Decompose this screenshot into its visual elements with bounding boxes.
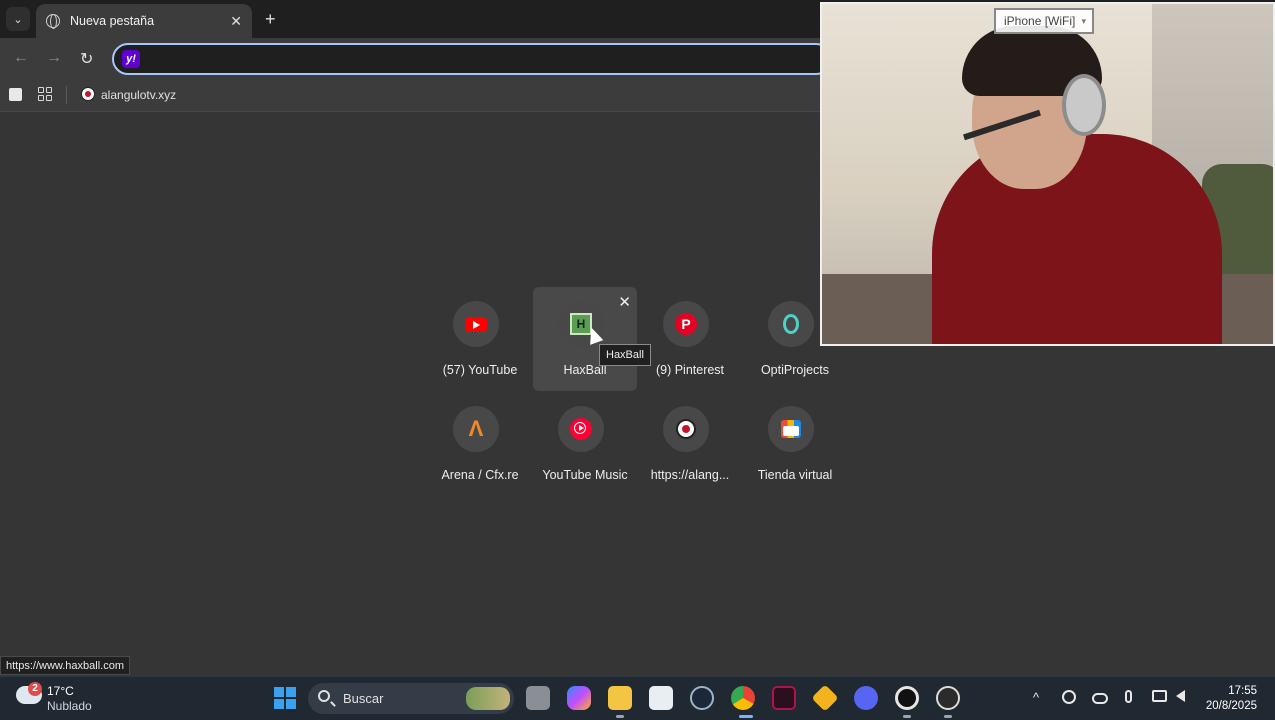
pinterest-icon: P bbox=[675, 313, 697, 335]
headphones-icon bbox=[1062, 74, 1106, 136]
search-icon bbox=[318, 690, 330, 702]
arena-icon: Λ bbox=[468, 416, 484, 441]
tab-search-button[interactable]: ⌄ bbox=[6, 7, 30, 31]
yahoo-icon: y! bbox=[122, 50, 140, 68]
microphone-icon[interactable] bbox=[1125, 690, 1132, 703]
folder-icon[interactable] bbox=[608, 686, 632, 710]
chrome-icon[interactable] bbox=[731, 686, 755, 710]
status-url: https://www.haxball.com bbox=[0, 656, 130, 675]
soccer-ball-icon bbox=[81, 87, 95, 101]
weather-temp[interactable]: 17°C bbox=[47, 684, 74, 698]
tab-nueva-pestana[interactable]: Nueva pestaña ✕ bbox=[36, 4, 252, 38]
shortcut-label: https://alang... bbox=[650, 468, 730, 482]
steam-icon[interactable] bbox=[690, 686, 714, 710]
remove-shortcut-icon[interactable]: ✕ bbox=[618, 293, 631, 311]
shortcut-tienda-virtual[interactable]: Tienda virtual bbox=[743, 392, 847, 496]
shortcut-youtube-music[interactable]: YouTube Music bbox=[533, 392, 637, 496]
search-highlight-image bbox=[466, 687, 510, 710]
network-icon[interactable] bbox=[1152, 690, 1167, 702]
shortcut-pinterest[interactable]: P (9) Pinterest bbox=[638, 287, 742, 391]
optiprojects-icon bbox=[783, 314, 799, 334]
person-hoodie bbox=[932, 134, 1222, 344]
shortcut-arena[interactable]: Λ Arena / Cfx.re bbox=[428, 392, 532, 496]
obs-icon[interactable] bbox=[936, 686, 960, 710]
windows-start-icon[interactable] bbox=[274, 687, 296, 709]
app-icon[interactable] bbox=[811, 684, 839, 712]
shortcut-label: YouTube Music bbox=[542, 468, 628, 482]
shortcut-alangulo[interactable]: https://alang... bbox=[638, 392, 742, 496]
bookmark-alangulotv[interactable]: alangulotv.xyz bbox=[101, 88, 176, 102]
store-icon bbox=[781, 420, 801, 438]
shortcut-youtube[interactable]: (57) YouTube bbox=[428, 287, 532, 391]
address-bar[interactable]: y! bbox=[112, 43, 832, 75]
clock-time: 17:55 bbox=[1228, 685, 1257, 697]
globe-icon bbox=[46, 14, 60, 29]
shortcut-label: Tienda virtual bbox=[757, 468, 833, 482]
store-icon[interactable] bbox=[649, 686, 673, 710]
tray-overflow-chevron-icon[interactable]: ^ bbox=[1033, 690, 1039, 705]
tab-title: Nueva pestaña bbox=[70, 14, 155, 28]
shortcut-haxball[interactable]: H HaxBall ✕ bbox=[533, 287, 637, 391]
discord-icon[interactable] bbox=[854, 686, 878, 710]
new-tab-button[interactable]: + bbox=[265, 9, 276, 30]
shortcut-label: (57) YouTube bbox=[442, 363, 518, 377]
file-explorer-thumb-icon[interactable] bbox=[526, 686, 550, 710]
webcam-overlay: iPhone [WiFi] ▾ bbox=[820, 2, 1275, 346]
volume-icon[interactable] bbox=[1176, 690, 1185, 702]
back-button[interactable]: ← bbox=[13, 49, 29, 67]
camera-source-select[interactable]: iPhone [WiFi] ▾ bbox=[994, 8, 1094, 34]
tab-close-icon[interactable]: ✕ bbox=[230, 13, 242, 30]
shortcut-label: Arena / Cfx.re bbox=[441, 468, 519, 482]
taskbar: 2 17°C Nublado Buscar ^ 17:55 20/8/2025 bbox=[0, 676, 1275, 720]
youtube-icon bbox=[465, 316, 487, 332]
bookmarks-divider bbox=[66, 86, 67, 104]
onedrive-icon[interactable] bbox=[1092, 693, 1108, 704]
bookmark-square-icon[interactable] bbox=[9, 88, 22, 101]
video-editor-icon[interactable] bbox=[772, 686, 796, 710]
taskbar-clock[interactable]: 17:55 20/8/2025 bbox=[1205, 684, 1257, 714]
apps-grid-icon[interactable] bbox=[38, 87, 52, 101]
webcam-app-icon[interactable] bbox=[895, 686, 919, 710]
shortcut-label: OptiProjects bbox=[760, 363, 830, 377]
camera-source-label: iPhone [WiFi] bbox=[1004, 14, 1076, 28]
tooltip-haxball: HaxBall bbox=[599, 344, 651, 366]
forward-button[interactable]: → bbox=[46, 49, 62, 67]
reload-button[interactable]: ↻ bbox=[80, 49, 93, 69]
chevron-down-icon: ▾ bbox=[1081, 16, 1086, 26]
copilot-icon[interactable] bbox=[567, 686, 591, 710]
weather-badge: 2 bbox=[28, 682, 42, 696]
youtube-music-icon bbox=[570, 418, 592, 440]
sync-icon[interactable] bbox=[1062, 690, 1076, 704]
search-placeholder: Buscar bbox=[343, 691, 384, 706]
taskbar-search[interactable]: Buscar bbox=[308, 683, 514, 714]
weather-condition[interactable]: Nublado bbox=[47, 699, 92, 713]
screen: { "browser": { "tab": { "title": "Nueva … bbox=[0, 0, 1275, 720]
clock-date: 20/8/2025 bbox=[1205, 700, 1257, 712]
soccer-ball-icon bbox=[676, 419, 696, 439]
